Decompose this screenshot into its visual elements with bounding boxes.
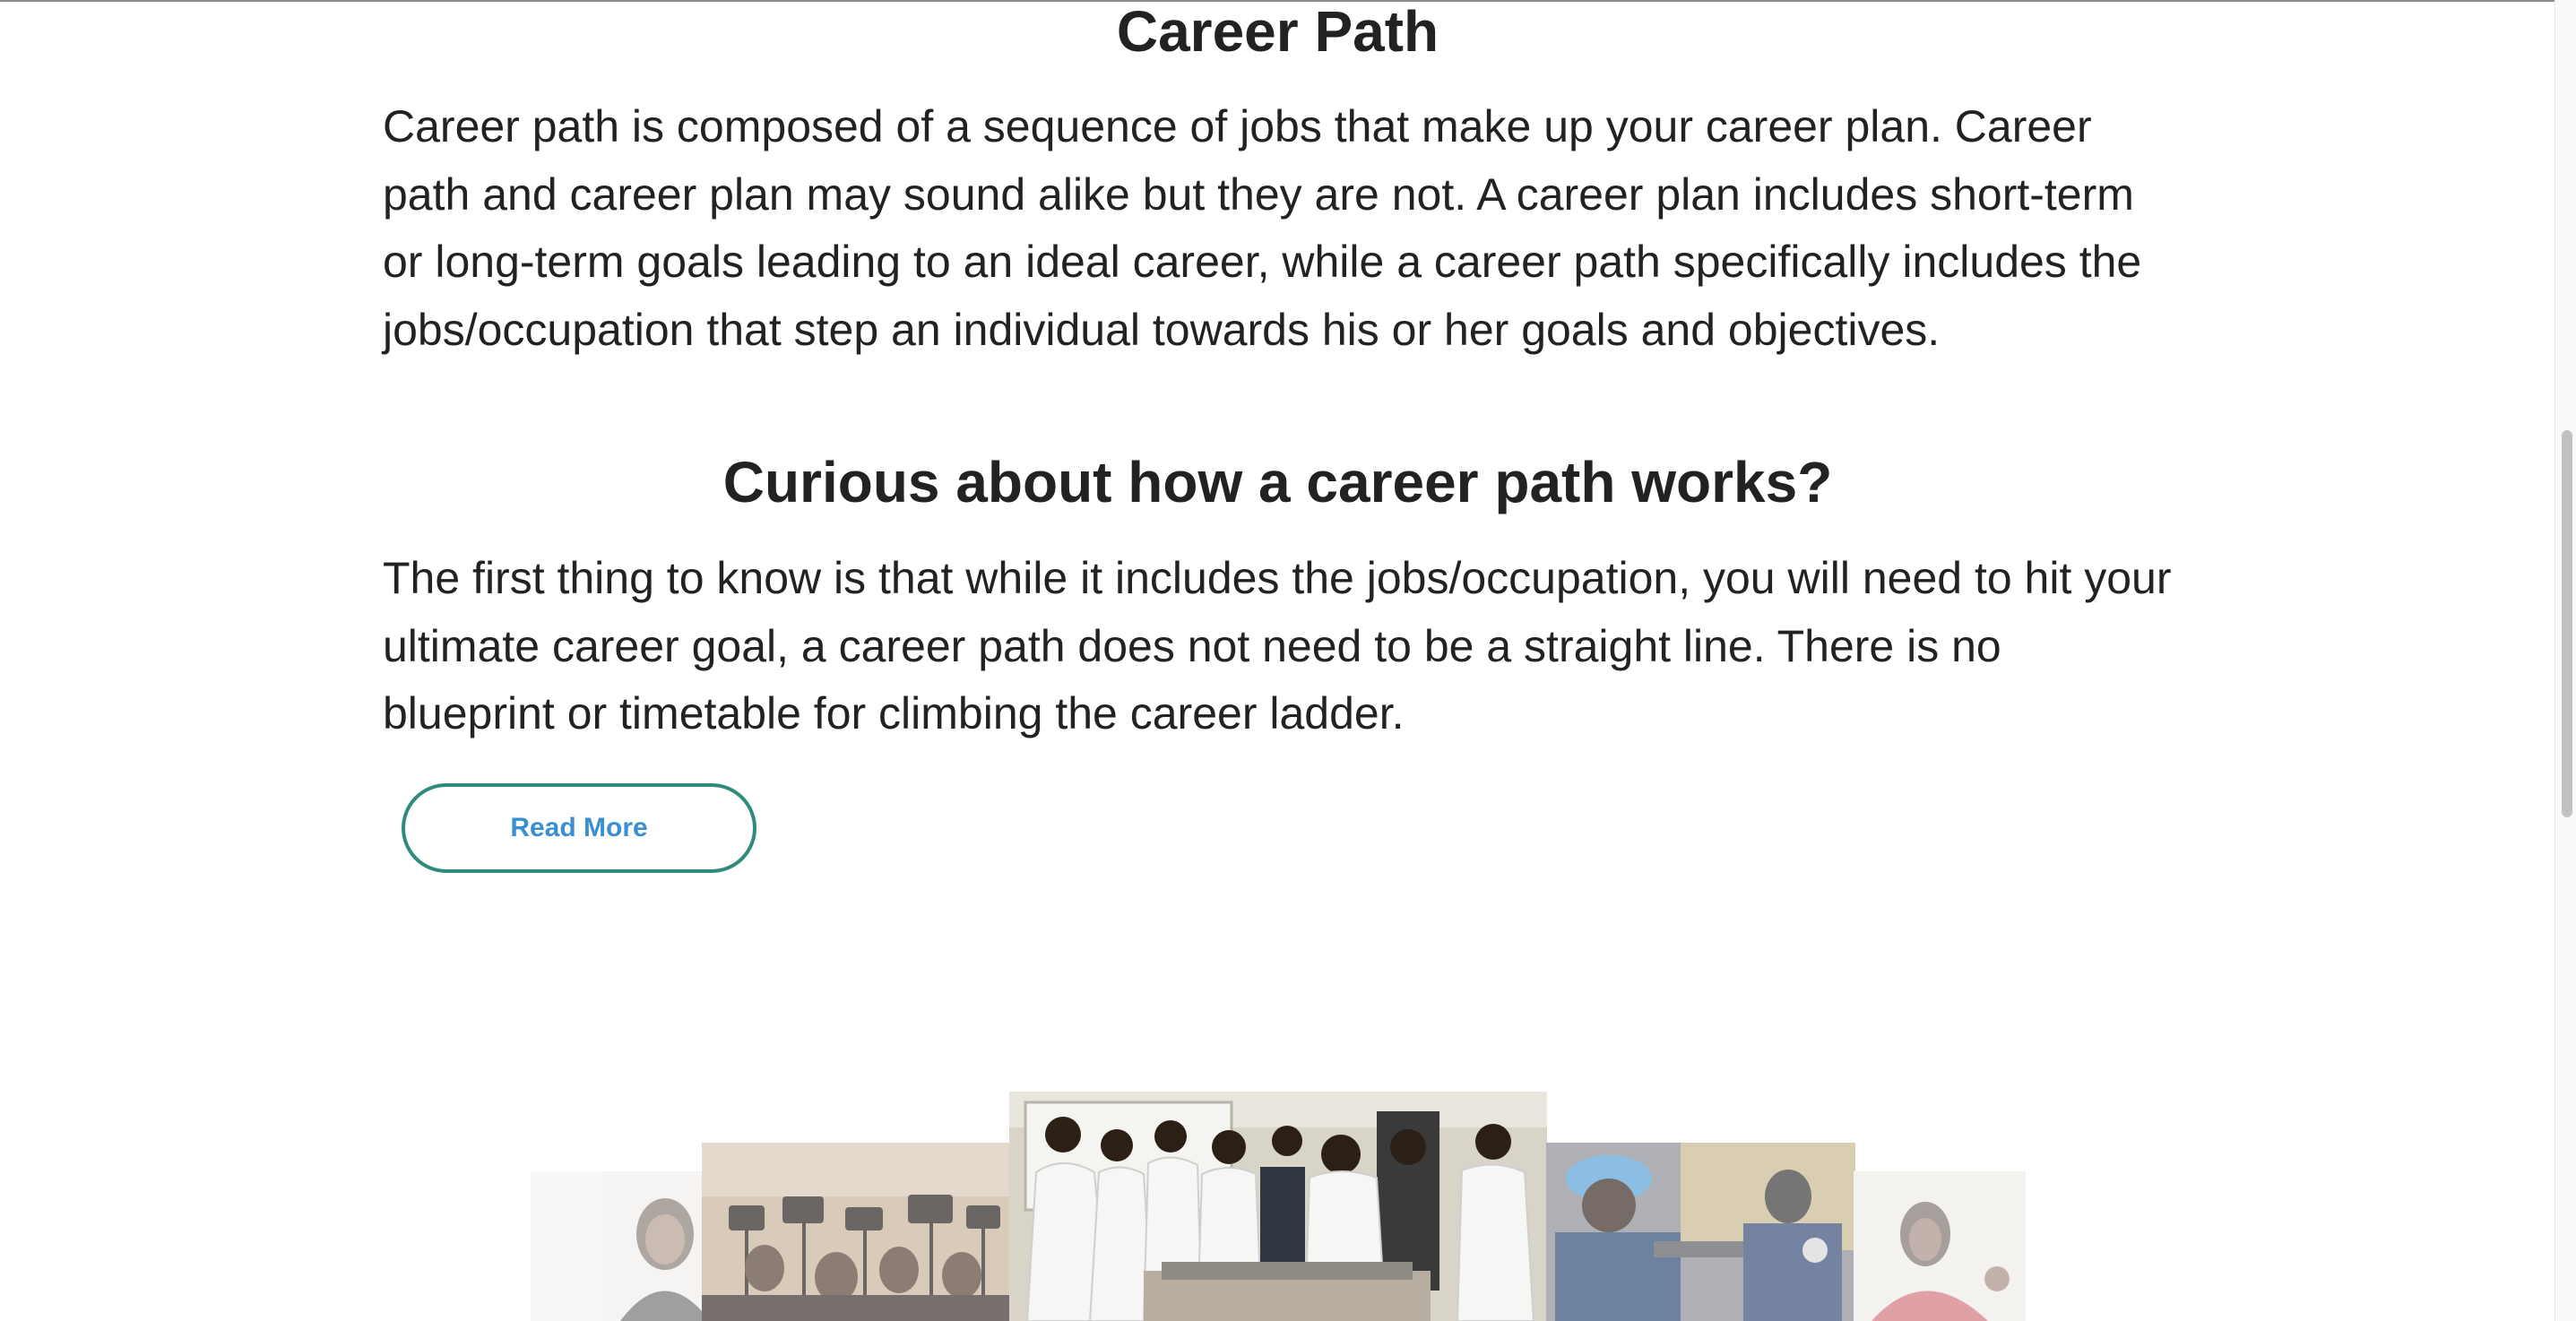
section-paragraph-career-path: Career path is composed of a sequence of… — [383, 101, 2142, 355]
woman-portrait-image — [531, 1171, 710, 1321]
read-more-button[interactable]: Read More — [402, 783, 756, 873]
carousel-slide-lab-coats-group[interactable] — [1009, 1092, 1547, 1321]
carousel-slide-woman-in-red[interactable] — [1854, 1171, 2026, 1321]
image-carousel[interactable] — [0, 1075, 2576, 1321]
scrollbar-thumb[interactable] — [2562, 430, 2572, 817]
lab-coats-group-image — [1009, 1092, 1547, 1321]
woman-in-red-image — [1854, 1171, 2026, 1321]
section-paragraph-curious: The first thing to know is that while it… — [383, 553, 2172, 738]
press-cameras-image — [702, 1143, 1011, 1321]
section-heading-curious: Curious about how a career path works? — [722, 450, 1833, 514]
welding-worker-image — [1546, 1143, 1855, 1321]
carousel-slide-woman-portrait[interactable] — [531, 1171, 710, 1321]
section-heading-career-path: Career Path — [1116, 0, 1439, 64]
carousel-slide-press-cameras[interactable] — [702, 1143, 1011, 1321]
carousel-slide-welding-worker[interactable] — [1546, 1143, 1855, 1321]
